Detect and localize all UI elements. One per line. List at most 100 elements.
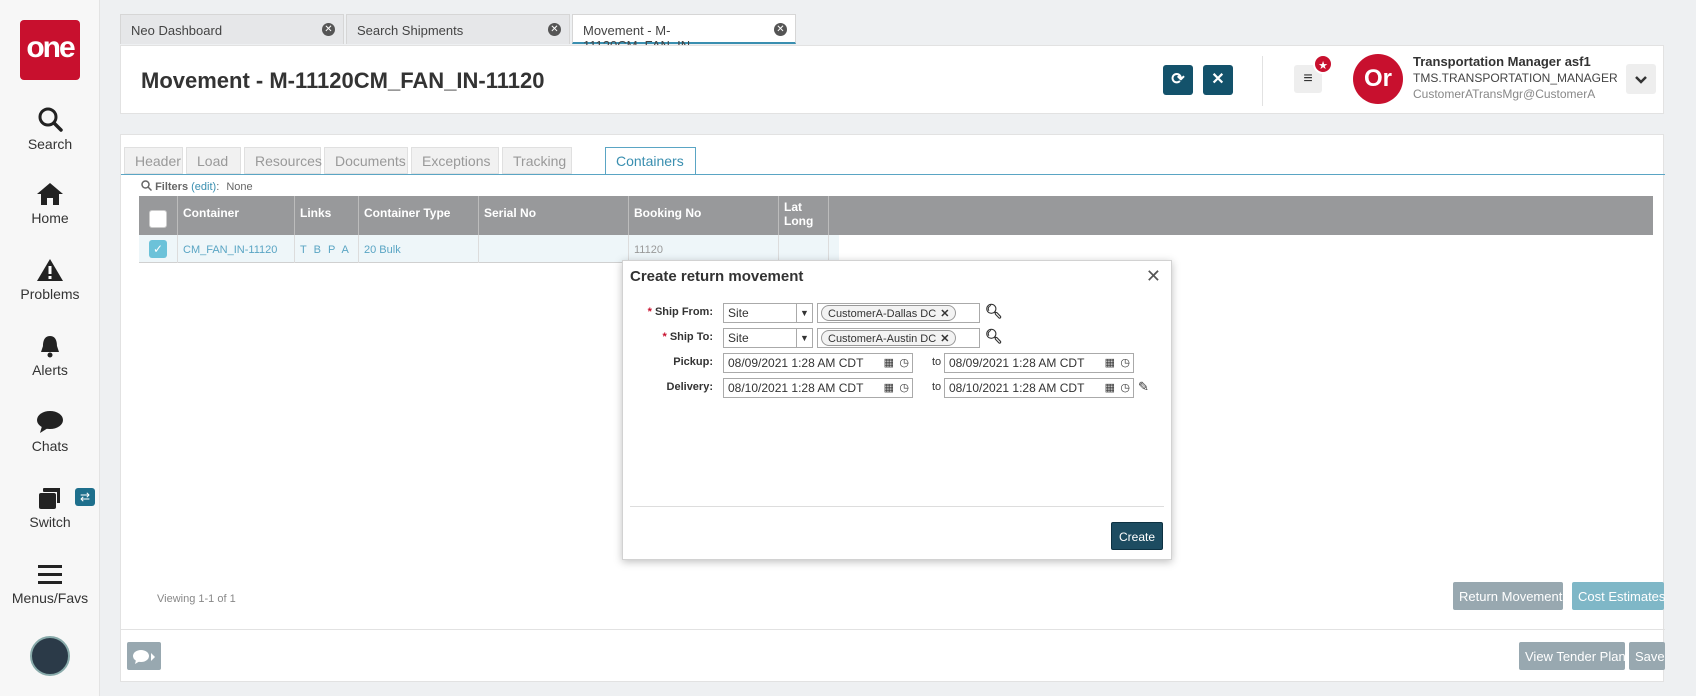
- tab-neo-dashboard[interactable]: Neo Dashboard ✕: [120, 14, 344, 44]
- col-serial-no[interactable]: Serial No: [479, 196, 629, 235]
- row-select-cell: ✓: [139, 235, 178, 263]
- ship-to-type-value: Site: [728, 331, 749, 345]
- nav-chats[interactable]: Chats: [0, 410, 100, 454]
- switch-badge-icon[interactable]: ⇄: [75, 488, 95, 506]
- clock-icon[interactable]: ◷: [899, 381, 909, 394]
- nav-search-label: Search: [27, 136, 73, 152]
- cell-container[interactable]: CM_FAN_IN-11120: [178, 235, 295, 263]
- footer-divider: [121, 629, 1665, 630]
- close-icon[interactable]: ✕: [774, 23, 787, 36]
- col-container[interactable]: Container: [178, 196, 295, 235]
- required-mark: *: [662, 331, 667, 343]
- view-tender-plan-button[interactable]: View Tender Plan: [1519, 642, 1626, 670]
- close-page-button[interactable]: ✕: [1203, 65, 1233, 95]
- table-row[interactable]: ✓ CM_FAN_IN-11120 T B P A 20 Bulk 11120: [139, 235, 839, 263]
- calendar-icon[interactable]: ▦: [884, 381, 894, 394]
- nav-search[interactable]: Search: [0, 106, 100, 152]
- pickup-to-value: 08/09/2021 1:28 AM CDT: [949, 356, 1085, 370]
- warning-icon: [37, 259, 63, 281]
- tab-tracking[interactable]: Tracking: [502, 147, 572, 174]
- remove-tag-icon[interactable]: ✕: [940, 308, 949, 320]
- create-return-movement-dialog: Create return movement ✕ * Ship From: Si…: [622, 260, 1172, 560]
- select-all-cell: [139, 196, 178, 235]
- filters-bar: Filters (edit): None: [141, 180, 253, 193]
- user-role: TMS.TRANSPORTATION_MANAGER: [1413, 71, 1618, 85]
- close-icon: ✕: [1211, 71, 1225, 88]
- return-movement-button[interactable]: Return Movement: [1453, 582, 1563, 610]
- header-divider: [1262, 56, 1263, 106]
- chat-button[interactable]: [127, 642, 161, 670]
- clock-icon[interactable]: ◷: [1120, 356, 1130, 369]
- col-booking-no[interactable]: Booking No: [629, 196, 779, 235]
- chevron-down-icon: ▼: [796, 304, 812, 322]
- clock-icon[interactable]: ◷: [1120, 381, 1130, 394]
- ship-to-type-select[interactable]: Site ▼: [723, 328, 813, 348]
- filters-edit-link[interactable]: (edit): [191, 181, 216, 193]
- delivery-label: Delivery:: [666, 381, 713, 393]
- nav-alerts-label: Alerts: [32, 362, 68, 378]
- pickup-label: Pickup:: [673, 356, 713, 368]
- tab-header[interactable]: Header: [124, 147, 183, 174]
- ship-from-type-select[interactable]: Site ▼: [723, 303, 813, 323]
- delivery-to-input[interactable]: 08/10/2021 1:28 AM CDT ▦ ◷: [944, 378, 1134, 398]
- filters-label: Filters: [155, 181, 189, 193]
- pickup-to-input[interactable]: 08/09/2021 1:28 AM CDT ▦ ◷: [944, 353, 1134, 373]
- ship-to-input[interactable]: CustomerA-Austin DC ✕: [817, 328, 980, 348]
- remove-tag-icon[interactable]: ✕: [940, 333, 949, 345]
- cell-links[interactable]: T B P A: [295, 235, 359, 263]
- tab-search-shipments[interactable]: Search Shipments ✕: [346, 14, 570, 44]
- refresh-button[interactable]: ⟳: [1163, 65, 1193, 95]
- col-links[interactable]: Links: [295, 196, 359, 235]
- tab-movement[interactable]: Movement - M-11120CM_FAN_IN... ✕: [572, 14, 796, 53]
- left-nav: one Search Home Problems Alerts Chats Sw…: [0, 0, 100, 696]
- ship-to-label-text: Ship To:: [669, 331, 713, 343]
- user-name: Transportation Manager asf1: [1413, 54, 1591, 69]
- tab-resources[interactable]: Resources: [244, 147, 322, 174]
- nav-home[interactable]: Home: [0, 182, 100, 226]
- ship-from-input[interactable]: CustomerA-Dallas DC ✕: [817, 303, 980, 323]
- close-icon[interactable]: ✕: [322, 23, 335, 36]
- col-container-type[interactable]: Container Type: [359, 196, 479, 235]
- one-logo[interactable]: one: [20, 20, 80, 80]
- pickup-from-value: 08/09/2021 1:28 AM CDT: [728, 356, 864, 370]
- ship-to-lookup-icon[interactable]: 🔍︎: [985, 328, 1003, 345]
- tab-label: Search Shipments: [357, 23, 464, 38]
- calendar-icon[interactable]: ▦: [1105, 381, 1115, 394]
- chevron-down-icon: [1635, 75, 1647, 84]
- delivery-from-value: 08/10/2021 1:28 AM CDT: [728, 381, 864, 395]
- chat-icon: [37, 411, 63, 433]
- save-button[interactable]: Save: [1629, 642, 1665, 670]
- row-checkbox[interactable]: ✓: [149, 240, 167, 258]
- close-icon[interactable]: ✕: [548, 23, 561, 36]
- pickup-from-input[interactable]: 08/09/2021 1:28 AM CDT ▦ ◷: [723, 353, 913, 373]
- tab-load[interactable]: Load: [186, 147, 241, 174]
- chat-icon: [133, 649, 155, 664]
- cost-estimates-button[interactable]: Cost Estimates: [1572, 582, 1665, 610]
- tab-exceptions[interactable]: Exceptions: [411, 147, 499, 174]
- ship-to-tag: CustomerA-Austin DC ✕: [821, 330, 957, 346]
- clock-icon[interactable]: ◷: [899, 356, 909, 369]
- nav-alerts[interactable]: Alerts: [0, 334, 100, 378]
- eraser-icon[interactable]: ✎: [1138, 379, 1149, 395]
- tab-documents[interactable]: Documents: [324, 147, 408, 174]
- tab-containers[interactable]: Containers: [605, 147, 696, 175]
- select-all-checkbox[interactable]: [149, 210, 167, 228]
- close-icon[interactable]: ✕: [1146, 266, 1161, 287]
- delivery-to-value: 08/10/2021 1:28 AM CDT: [949, 381, 1085, 395]
- delivery-from-input[interactable]: 08/10/2021 1:28 AM CDT ▦ ◷: [723, 378, 913, 398]
- user-avatar-bottom[interactable]: [30, 636, 70, 676]
- star-icon: ★: [1313, 54, 1333, 74]
- home-icon: [37, 183, 63, 205]
- user-dropdown-button[interactable]: [1626, 64, 1656, 94]
- ship-from-lookup-icon[interactable]: 🔍︎: [985, 303, 1003, 320]
- chevron-down-icon: ▼: [796, 329, 812, 347]
- nav-problems[interactable]: Problems: [0, 258, 100, 302]
- user-avatar[interactable]: Or: [1353, 54, 1403, 104]
- nav-menus-favs[interactable]: Menus/Favs: [0, 562, 100, 606]
- col-lat-long[interactable]: Lat Long: [779, 196, 829, 235]
- ship-to-label: * Ship To:: [623, 331, 713, 343]
- calendar-icon[interactable]: ▦: [1105, 356, 1115, 369]
- create-button[interactable]: Create: [1111, 522, 1163, 550]
- pickup-to-label: to: [932, 356, 942, 368]
- calendar-icon[interactable]: ▦: [884, 356, 894, 369]
